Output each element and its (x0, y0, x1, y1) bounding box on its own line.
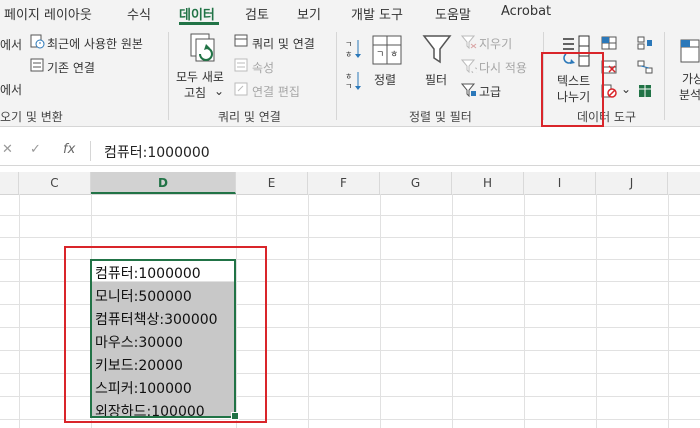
queries-connections-button[interactable]: 쿼리 및 연결 (252, 35, 315, 52)
grid-line (308, 194, 309, 428)
svg-text:ㄱ: ㄱ (345, 40, 352, 49)
sort-button[interactable]: 정렬 (374, 71, 396, 88)
sort-az-icon[interactable]: ㄱㅎ (344, 38, 362, 60)
tab-view[interactable]: 보기 (297, 4, 321, 23)
get-data-item-2[interactable]: 에서 (0, 81, 22, 98)
column-header-j[interactable]: J (596, 172, 668, 194)
what-if-label-1[interactable]: 가상 (682, 70, 700, 87)
sort-za-icon[interactable]: ㅎㄱ (344, 70, 362, 92)
tab-page-layout[interactable]: 페이지 레이아웃 (4, 4, 92, 23)
group-divider (168, 32, 169, 120)
data-model-icon[interactable] (637, 84, 653, 98)
cancel-icon[interactable]: ✕ (2, 142, 13, 157)
advanced-filter-icon (461, 83, 476, 97)
queries-connections-icon (234, 34, 248, 47)
svg-text:ㄱ: ㄱ (376, 50, 384, 60)
row-header-corner[interactable] (0, 172, 19, 194)
group-divider (336, 32, 337, 120)
svg-text:ㅎ: ㅎ (345, 50, 352, 59)
reapply-button[interactable]: 다시 적용 (479, 59, 527, 76)
edit-links-button[interactable]: 연결 편집 (252, 83, 300, 100)
chevron-down-icon[interactable]: ⌄ (621, 82, 631, 96)
grid-line (668, 194, 669, 428)
column-header-e[interactable]: E (236, 172, 308, 194)
recent-sources-button[interactable]: 최근에 사용한 원본 (47, 35, 143, 52)
get-data-item-1[interactable]: 에서 (0, 36, 22, 53)
insert-function-icon[interactable]: fx (63, 142, 75, 157)
grid-line (452, 194, 453, 428)
clear-filter-button[interactable]: 지우기 (479, 35, 512, 52)
refresh-all-label-2[interactable]: 고침 (184, 84, 206, 101)
sort-icon: ㄱㅎ (372, 35, 402, 65)
existing-connections-icon (30, 58, 44, 72)
ribbon: 에서 에서 최근에 사용한 원본 기존 연결 오기 및 변환 모두 새로 고침 … (0, 26, 700, 127)
svg-text:ㅎ: ㅎ (345, 72, 352, 81)
column-header-bar: C D E F G H I J (0, 172, 700, 195)
grid-line (0, 215, 700, 216)
relationships-icon[interactable] (637, 60, 653, 74)
flash-fill-icon[interactable] (601, 36, 617, 50)
grid-line (524, 194, 525, 428)
column-header-d[interactable]: D (91, 172, 236, 194)
clear-filter-icon (461, 35, 477, 49)
data-range-highlight (64, 246, 267, 423)
consolidate-icon[interactable] (637, 36, 653, 50)
ribbon-tab-bar: 페이지 레이아웃 수식 데이터 검토 보기 개발 도구 도움말 Acrobat (0, 0, 700, 26)
text-to-columns-highlight (541, 52, 604, 127)
tab-formulas[interactable]: 수식 (127, 4, 151, 23)
column-header-i[interactable]: I (524, 172, 596, 194)
what-if-analysis-icon (680, 39, 700, 63)
recent-sources-icon (30, 34, 45, 49)
grid-line (596, 194, 597, 428)
tab-data[interactable]: 데이터 (179, 4, 215, 23)
tab-help[interactable]: 도움말 (435, 4, 471, 23)
column-header-h[interactable]: H (452, 172, 524, 194)
edit-links-icon (234, 82, 248, 96)
existing-connections-button[interactable]: 기존 연결 (47, 59, 95, 76)
grid-line (0, 237, 700, 238)
formula-input[interactable]: 컴퓨터:1000000 (104, 142, 210, 162)
active-tab-underline (179, 22, 219, 25)
group-label-get-transform: 오기 및 변환 (0, 110, 63, 124)
reapply-icon (461, 59, 477, 73)
formula-bar: ✕ ✓ fx 컴퓨터:1000000 (0, 137, 700, 166)
advanced-filter-button[interactable]: 고급 (479, 83, 501, 100)
column-header-f[interactable]: F (308, 172, 380, 194)
tab-developer[interactable]: 개발 도구 (351, 4, 403, 23)
enter-icon[interactable]: ✓ (30, 142, 41, 157)
filter-icon (422, 35, 452, 64)
tab-acrobat[interactable]: Acrobat (501, 4, 551, 19)
svg-text:ㅎ: ㅎ (390, 50, 398, 60)
group-divider (664, 32, 665, 120)
grid-line (380, 194, 381, 428)
properties-button[interactable]: 속성 (252, 59, 274, 76)
filter-button[interactable]: 필터 (425, 71, 447, 88)
svg-text:ㄱ: ㄱ (345, 82, 352, 91)
group-label-sort-filter: 정렬 및 필터 (409, 110, 472, 124)
formula-bar-divider (90, 141, 91, 161)
grid-line (19, 194, 20, 428)
refresh-all-icon (190, 33, 215, 62)
chevron-down-icon[interactable]: ⌄ (214, 84, 224, 98)
what-if-label-2[interactable]: 분석 (679, 86, 700, 103)
column-header-g[interactable]: G (380, 172, 452, 194)
tab-review[interactable]: 검토 (245, 4, 269, 23)
column-header-c[interactable]: C (19, 172, 91, 194)
refresh-all-label-1[interactable]: 모두 새로 (176, 68, 224, 85)
properties-icon (234, 58, 248, 72)
group-label-queries: 쿼리 및 연결 (218, 110, 281, 124)
